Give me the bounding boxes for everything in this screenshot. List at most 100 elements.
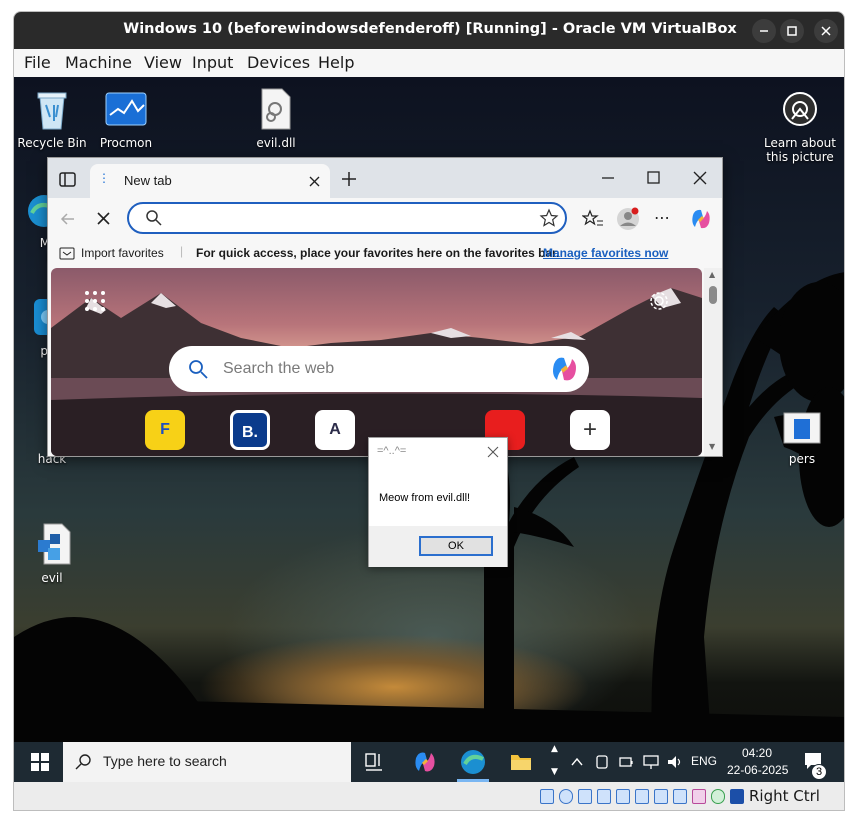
camera-icon [783, 92, 817, 126]
virtualization-icon[interactable] [692, 789, 706, 804]
new-tab-page: Search the web F B. A + [51, 268, 702, 456]
scroll-up-icon[interactable]: ▲ [709, 270, 715, 279]
desktop-icon-evil-dll[interactable]: evil.dll [238, 87, 314, 150]
video-capture-icon[interactable] [673, 789, 687, 804]
mouse-integration-icon[interactable] [730, 789, 744, 804]
import-favorites-link[interactable]: Import favorites [81, 246, 164, 260]
file-explorer-icon[interactable] [509, 750, 533, 774]
address-bar[interactable] [127, 202, 567, 234]
quicklink-tile-1[interactable]: F [145, 410, 185, 450]
optical-drive-icon[interactable] [559, 789, 573, 804]
scroll-down-icon[interactable]: ▼ [709, 442, 715, 451]
close-icon [821, 26, 831, 36]
web-search-box[interactable]: Search the web [169, 346, 589, 392]
network-adapter-icon[interactable] [597, 789, 611, 804]
edge-close-icon[interactable] [692, 170, 708, 186]
stop-loading-icon[interactable] [94, 209, 114, 229]
hard-disk-icon[interactable] [540, 789, 554, 804]
virtualbox-window: Windows 10 (beforewindowsdefenderoff) [R… [13, 11, 845, 811]
favorite-star-icon[interactable] [539, 208, 559, 228]
guest-additions-icon[interactable] [711, 789, 725, 804]
dialog-message: Meow from evil.dll! [379, 492, 471, 504]
vbox-status-bar: Right Ctrl [14, 782, 844, 810]
window-title: Windows 10 (beforewindowsdefenderoff) [R… [123, 21, 737, 37]
menu-input[interactable]: Input [192, 53, 233, 72]
network-icon[interactable] [642, 754, 660, 770]
apps-grid-icon[interactable] [84, 290, 106, 312]
add-shortcut-button[interactable]: + [570, 410, 610, 450]
more-options-icon[interactable]: ⋯ [654, 208, 670, 227]
task-view-icon[interactable] [364, 751, 386, 773]
scrollbar-thumb[interactable] [709, 286, 717, 304]
setup-file-icon [38, 523, 71, 565]
page-settings-gear-icon[interactable] [648, 290, 670, 312]
favorites-icon[interactable] [582, 209, 604, 229]
tab-close-icon[interactable] [308, 175, 322, 189]
minimize-button[interactable] [752, 19, 776, 43]
edge-maximize-icon[interactable] [646, 170, 662, 186]
display-icon[interactable] [654, 789, 668, 804]
favorites-hint: For quick access, place your favorites h… [196, 246, 560, 260]
desktop-icon-label: Procmon [99, 136, 153, 150]
audio-icon[interactable] [578, 789, 592, 804]
dialog-title: =^..^= [377, 445, 407, 457]
tab-new-tab[interactable]: ⋮ New tab [90, 164, 330, 198]
search-icon [189, 360, 208, 379]
edge-tab-bar: ⋮ New tab [48, 158, 722, 198]
new-tab-icon[interactable] [340, 170, 358, 188]
meet-now-icon[interactable] [594, 754, 610, 770]
menu-bar: File Machine View Input Devices Help [14, 49, 844, 77]
desktop-icon-label: Learn about [764, 136, 836, 150]
edge-minimize-icon[interactable] [600, 170, 616, 186]
taskbar-search-placeholder: Type here to search [103, 753, 227, 769]
desktop-icon-procmon[interactable]: Procmon [88, 87, 164, 150]
clock-date[interactable]: 22-06-2025 [727, 763, 788, 777]
quicklink-tile-3[interactable]: A [315, 410, 355, 450]
language-indicator[interactable]: ENG [691, 754, 717, 768]
dialog-close-icon[interactable] [487, 446, 499, 458]
import-favorites-icon [59, 247, 75, 260]
tab-actions-icon[interactable] [58, 170, 78, 190]
menu-devices[interactable]: Devices [247, 53, 310, 72]
windows-start-icon[interactable] [30, 752, 50, 772]
taskbar-scroll-down-icon[interactable]: ▼ [551, 767, 558, 777]
menu-machine[interactable]: Machine [65, 53, 132, 72]
exe-file-icon [783, 412, 821, 444]
clock-time[interactable]: 04:20 [742, 746, 772, 760]
battery-plug-icon[interactable] [618, 754, 634, 770]
taskbar-scroll-up-icon[interactable]: ▲ [551, 744, 558, 754]
copilot-icon[interactable] [689, 207, 713, 231]
tab-title: New tab [124, 173, 172, 188]
desktop-icon-evil[interactable]: evil [14, 522, 90, 585]
show-hidden-icons-chevron-up-icon[interactable] [570, 755, 584, 769]
shared-folders-icon[interactable] [635, 789, 649, 804]
desktop-icon-label: Recycle Bin [17, 136, 87, 150]
menu-help[interactable]: Help [318, 53, 354, 72]
volume-icon[interactable] [666, 754, 684, 770]
minimize-icon [760, 30, 768, 32]
menu-file[interactable]: File [24, 53, 51, 72]
desktop-icon-learn-picture[interactable]: Learn about this picture [762, 87, 838, 164]
web-search-placeholder: Search the web [223, 360, 335, 377]
back-arrow-icon[interactable] [58, 209, 78, 229]
manage-favorites-link[interactable]: Manage favorites now [543, 246, 668, 260]
search-icon [75, 754, 91, 770]
title-bar: Windows 10 (beforewindowsdefenderoff) [R… [14, 12, 844, 49]
quicklink-tile-2[interactable]: B. [230, 410, 270, 450]
copilot-icon[interactable] [549, 354, 579, 384]
desktop-icon-label: this picture [766, 150, 834, 164]
edge-icon[interactable] [459, 748, 487, 776]
desktop-icon-recycle-bin[interactable]: Recycle Bin [14, 87, 90, 150]
host-key-label: Right Ctrl [749, 787, 820, 805]
desktop-icon-pers[interactable]: pers [764, 407, 840, 466]
ok-button[interactable]: OK [419, 536, 493, 556]
maximize-button[interactable] [780, 19, 804, 43]
menu-view[interactable]: View [144, 53, 182, 72]
ntp-scrollbar[interactable]: ▲ ▼ [704, 268, 722, 456]
close-button[interactable] [814, 19, 838, 43]
tab-loading-icon: ⋮ [98, 171, 110, 185]
taskbar-search-box[interactable]: Type here to search [63, 742, 351, 782]
profile-avatar-icon[interactable] [616, 207, 640, 231]
copilot-icon[interactable] [412, 749, 438, 775]
usb-icon[interactable] [616, 789, 630, 804]
